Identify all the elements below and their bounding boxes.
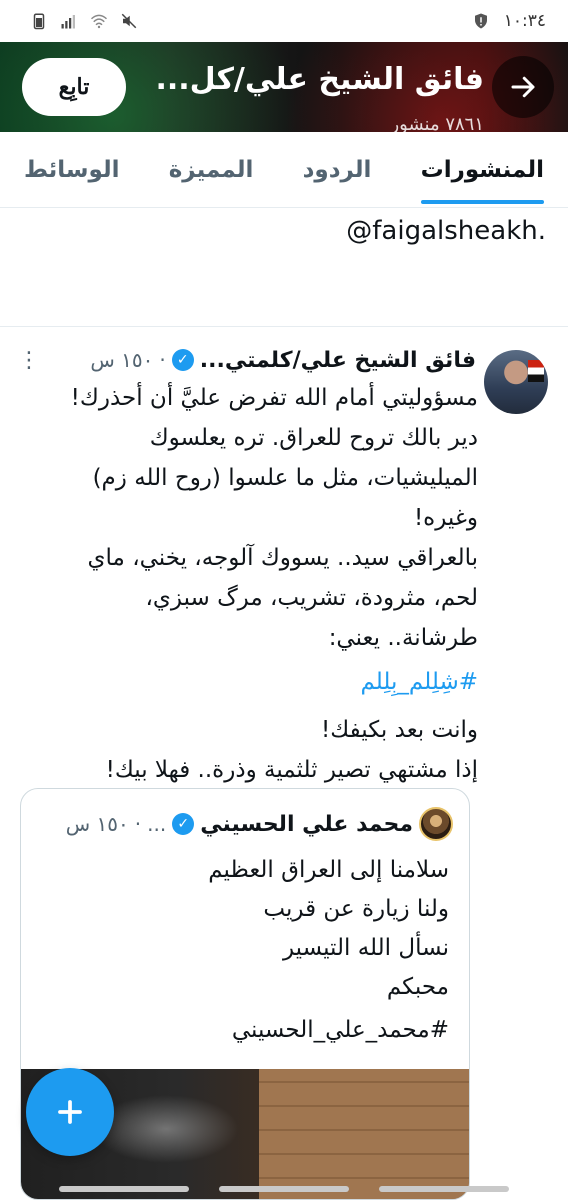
flag-icon	[528, 360, 544, 382]
ellipsis: ...	[147, 812, 167, 836]
tweet-line: طرشانة.. يعني:	[328, 625, 478, 651]
tweet-header: فائق الشيخ علي/كلمتي... ✓ · ١٥٠ س	[20, 345, 476, 375]
tweet-line: وغيره!	[413, 505, 478, 531]
mute-icon	[121, 13, 137, 29]
nav-handle[interactable]	[219, 1186, 349, 1192]
battery-icon	[33, 13, 45, 30]
tweet-text: مسؤوليتي أمام الله تفرض عليَّ أن أحذرك! …	[20, 378, 478, 790]
status-bar: ١٠:٣٤	[0, 0, 568, 42]
quoted-author: محمد علي الحسيني	[200, 811, 413, 837]
quoted-time: ١٥٠ س	[65, 812, 129, 836]
profile-header: تابِع فائق الشيخ علي/كل... ٧٨٦١ منشور	[0, 42, 568, 132]
tab-posts[interactable]: المنشورات	[420, 132, 545, 208]
tweet-line: لحم، مثرودة، تشريب، مرگ سبزي،	[145, 585, 478, 611]
quoted-line: ولنا زيارة عن قريب	[263, 896, 449, 922]
quoted-line: سلامنا إلى العراق العظيم	[208, 857, 449, 883]
status-right: ١٠:٣٤	[472, 11, 546, 31]
tweet-line: إذا مشتهي تصير ثلثمية وذرة.. فهلا بيك!	[105, 757, 478, 783]
quoted-line: #محمد_علي_الحسيني	[231, 1017, 449, 1043]
system-nav-bar	[0, 1186, 568, 1194]
plus-icon	[58, 1100, 82, 1124]
tab-replies[interactable]: الردود	[303, 132, 372, 208]
bio-handle[interactable]: @faigalsheakh.	[346, 216, 546, 246]
arrow-icon	[511, 76, 535, 98]
quoted-line: نسأل الله التيسير	[282, 935, 449, 961]
quoted-line: محبكم	[386, 974, 449, 1000]
tab-media[interactable]: الوسائط	[24, 132, 119, 208]
image-wall	[259, 1069, 469, 1199]
dot-separator: ·	[134, 812, 142, 836]
avatar[interactable]	[484, 350, 548, 414]
nav-handle[interactable]	[379, 1186, 509, 1192]
nav-handle[interactable]	[59, 1186, 189, 1192]
post-count: ٧٨٦١ منشور	[390, 114, 484, 132]
tweet-hashtag[interactable]: #شِلِلم_بِلِلم	[20, 662, 478, 702]
verified-badge-icon: ✓	[171, 349, 194, 371]
tweet-line: وانت بعد بكيفك!	[321, 717, 478, 743]
profile-title: فائق الشيخ علي/كل...	[155, 62, 484, 97]
tweet-line: مسؤوليتي أمام الله تفرض عليَّ أن أحذرك!	[70, 385, 478, 411]
tweet-line: دير بالك تروح للعراق. تره يعلسوك	[149, 425, 478, 451]
tweet-line: الميليشيات، مثل ما علسوا (روح الله زم)	[92, 465, 478, 491]
compose-button[interactable]	[26, 1068, 114, 1156]
quoted-tweet-header: محمد علي الحسيني ✓ ... · ١٥٠ س	[66, 807, 453, 841]
tweet-line: بالعراقي سيد.. يسووك آلوجه، يخني، ماي	[87, 545, 478, 571]
tab-highlights[interactable]: المميزة	[169, 132, 254, 208]
tweet-time: ١٥٠ س	[90, 348, 154, 372]
follow-button[interactable]: تابِع	[22, 58, 126, 116]
wifi-icon	[90, 14, 108, 29]
more-options-icon[interactable]: ⋮	[18, 348, 40, 373]
profile-tabs: المنشورات الردود المميزة الوسائط	[0, 132, 568, 208]
tweet-author[interactable]: فائق الشيخ علي/كلمتي...	[200, 348, 476, 373]
signal-icon	[61, 15, 75, 29]
status-time: ١٠:٣٤	[503, 11, 546, 31]
divider	[0, 326, 568, 327]
quoted-text: سلامنا إلى العراق العظيم ولنا زيارة عن ق…	[39, 851, 449, 1050]
status-icons	[30, 12, 138, 30]
back-button[interactable]	[492, 56, 554, 118]
alert-shield-icon	[474, 13, 487, 29]
quoted-avatar	[419, 807, 453, 841]
dot-separator: ·	[159, 348, 166, 372]
verified-badge-icon: ✓	[172, 813, 195, 835]
